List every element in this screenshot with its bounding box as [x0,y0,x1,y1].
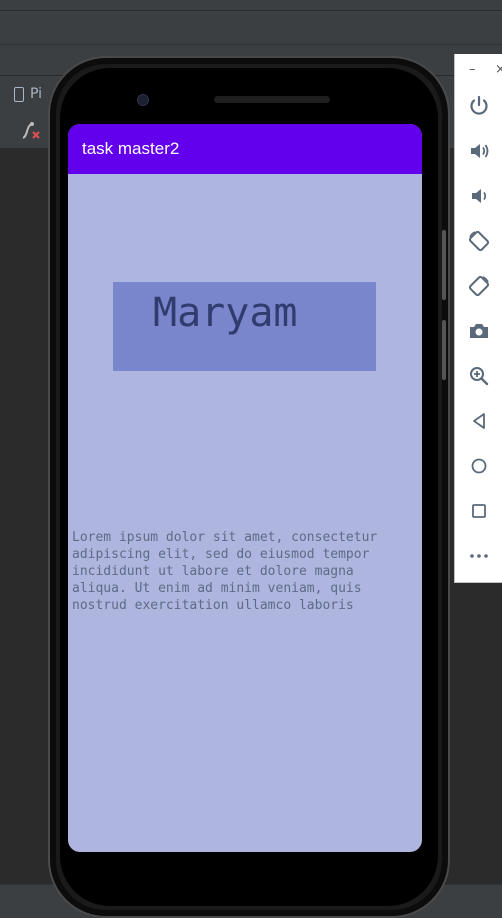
minimize-button[interactable]: – [469,62,476,77]
front-camera-icon [137,94,149,106]
volume-up-button[interactable] [465,137,493,165]
volume-down-button[interactable] [465,182,493,210]
overview-button[interactable] [465,497,493,525]
body-text: Lorem ipsum dolor sit amet, consectetur … [72,530,378,613]
rotate-right-button[interactable] [465,272,493,300]
volume-down-icon [472,189,487,203]
more-icon [470,554,488,558]
phone-icon [14,86,24,102]
camera-icon [470,324,488,338]
disconnect-icon[interactable] [20,120,42,142]
more-button[interactable] [465,542,493,570]
name-box: Maryam [113,282,376,371]
device-tab[interactable]: Pi [14,86,42,102]
phone-side-button [442,320,446,380]
zoom-icon [470,367,489,386]
volume-up-icon [471,144,489,158]
device-screen[interactable]: task master2 Maryam Lorem ipsum dolor si… [68,124,422,852]
rotate-left-icon [468,230,490,252]
app-title: task master2 [82,139,180,158]
back-button[interactable] [465,407,493,435]
emulator-control-panel: – × [454,54,502,583]
device-tab-label: Pi [30,86,43,102]
app-bar: task master2 [68,124,422,174]
close-button[interactable]: × [495,62,502,77]
phone-side-button [442,230,446,300]
zoom-button[interactable] [465,362,493,390]
name-text: Maryam [153,290,298,336]
home-button[interactable] [465,452,493,480]
overview-icon [472,504,486,518]
home-icon [471,458,487,474]
rotate-right-icon [468,275,490,297]
earpiece-speaker [214,96,330,103]
back-icon [473,413,485,429]
ide-top-bar [0,0,502,11]
rotate-left-button[interactable] [465,227,493,255]
screenshot-button[interactable] [465,317,493,345]
power-icon [470,95,488,115]
power-button[interactable] [465,92,493,120]
